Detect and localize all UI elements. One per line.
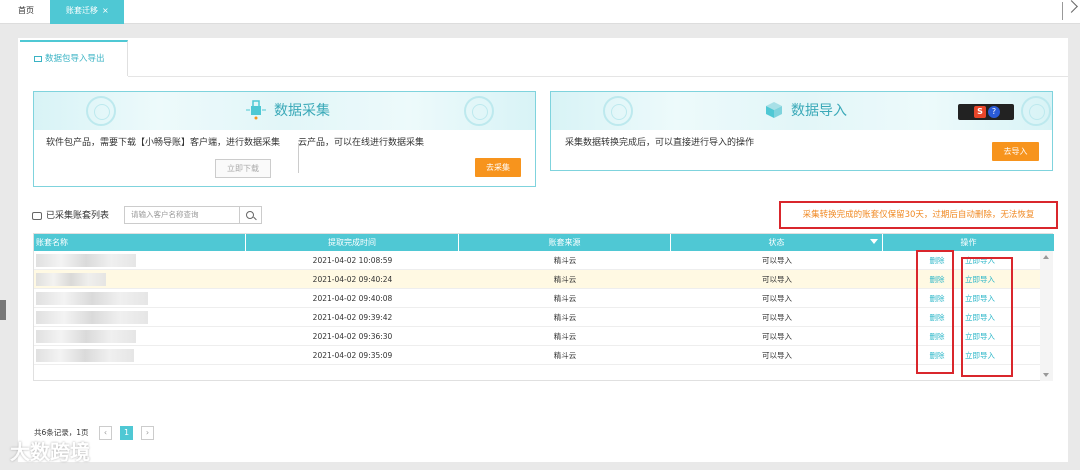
decor-circle-icon (603, 96, 633, 126)
next-page-button[interactable]: › (141, 426, 154, 440)
cell-source: 精斗云 (553, 313, 577, 322)
redacted-account-name (36, 273, 106, 286)
cell-status: 可以导入 (762, 332, 792, 341)
decor-circle-icon (464, 96, 494, 126)
go-collect-button[interactable]: 去采集 (475, 158, 521, 177)
cell-source: 精斗云 (553, 294, 577, 303)
tab-account-migration[interactable]: 账套迁移 × (50, 0, 124, 24)
sogou-icon[interactable]: S (974, 106, 986, 118)
col-status[interactable]: 状态 (671, 234, 883, 251)
table-scrollbar[interactable] (1040, 251, 1053, 381)
retention-warning: 采集转换完成的账套仅保留30天，过期后自动删除，无法恢复 (779, 201, 1058, 229)
main-panel: 数据包导入导出 数据采集 软件包产品，需要下载【小畅导账】客户端，进行数据采集 … (18, 38, 1068, 462)
cell-status: 可以导入 (762, 294, 792, 303)
collect-desc-cloud: 云产品，可以在线进行数据采集 (298, 138, 425, 148)
table-row: 2021-04-02 09:40:08 精斗云 可以导入 删除 立即导入 (34, 289, 1040, 308)
watermark-logo: 大数跨境 (10, 440, 90, 464)
data-import-card: 数据导入 S ? 采集数据转换完成后，可以直接进行导入的操作 去导入 (550, 91, 1053, 171)
highlight-import-column (961, 257, 1013, 377)
table-row: 2021-04-02 09:40:24 精斗云 可以导入 删除 立即导入 (34, 270, 1040, 289)
table-row: 2021-04-02 09:39:42 精斗云 可以导入 删除 立即导入 (34, 308, 1040, 327)
table-row: 2021-04-02 09:35:09 精斗云 可以导入 删除 立即导入 (34, 346, 1040, 365)
prev-page-button[interactable]: ‹ (99, 426, 112, 440)
cell-time: 2021-04-02 09:39:42 (312, 313, 393, 322)
page-1-button[interactable]: 1 (120, 426, 133, 440)
tab-package-import-export[interactable]: 数据包导入导出 (20, 40, 128, 76)
cell-time: 2021-04-02 09:36:30 (312, 332, 393, 341)
tab-label: 账套迁移 (66, 6, 98, 15)
package-icon (34, 55, 42, 62)
decor-circle-icon (86, 96, 116, 126)
table-row: 2021-04-02 09:36:30 精斗云 可以导入 删除 立即导入 (34, 327, 1040, 346)
scroll-up-icon[interactable] (1043, 255, 1049, 259)
table-header: 账套名称 提取完成时间 账套来源 状态 操作 (34, 234, 1054, 251)
cell-status: 可以导入 (762, 313, 792, 322)
cell-source: 精斗云 (553, 332, 577, 341)
import-desc: 采集数据转换完成后，可以直接进行导入的操作 (565, 138, 755, 148)
redacted-account-name (36, 254, 136, 267)
redacted-account-name (36, 292, 148, 305)
import-box-icon (766, 102, 782, 118)
account-table: 账套名称 提取完成时间 账套来源 状态 操作 2021-04-02 10:08:… (33, 233, 1054, 381)
customer-search-input[interactable]: 请输入客户名称查询 (124, 206, 240, 224)
col-finish-time: 提取完成时间 (246, 234, 459, 251)
col-actions: 操作 (960, 238, 977, 247)
redacted-account-name (36, 311, 148, 324)
decor-circle-icon (1021, 96, 1051, 126)
collected-list-header: 已采集账套列表 (32, 208, 109, 221)
collect-icon (246, 100, 266, 120)
cell-status: 可以导入 (762, 351, 792, 360)
search-icon[interactable] (240, 206, 262, 224)
filter-icon[interactable] (870, 239, 878, 244)
help-icon[interactable]: ? (988, 106, 1000, 118)
cell-time: 2021-04-02 10:08:59 (312, 256, 393, 265)
side-handle[interactable] (0, 300, 6, 320)
cell-time: 2021-04-02 09:35:09 (312, 351, 393, 360)
close-icon[interactable]: × (102, 6, 109, 15)
cell-source: 精斗云 (553, 275, 577, 284)
cell-source: 精斗云 (553, 256, 577, 265)
list-icon (32, 211, 42, 220)
card-banner: 数据导入 S ? (551, 92, 1052, 130)
list-title: 已采集账套列表 (46, 211, 110, 221)
cell-status: 可以导入 (762, 275, 792, 284)
subtab-label: 数据包导入导出 (45, 54, 105, 64)
scroll-down-icon[interactable] (1043, 373, 1049, 377)
cell-time: 2021-04-02 09:40:24 (312, 275, 393, 284)
collect-desc-software: 软件包产品，需要下载【小畅导账】客户端，进行数据采集 (46, 138, 281, 148)
import-title: 数据导入 (791, 103, 847, 119)
highlight-delete-column (916, 250, 954, 374)
cell-status: 可以导入 (762, 256, 792, 265)
col-status-label: 状态 (768, 238, 785, 247)
cell-time: 2021-04-02 09:40:08 (312, 294, 393, 303)
go-import-button[interactable]: 去导入 (992, 142, 1039, 161)
col-account-name: 账套名称 (34, 234, 246, 251)
redacted-account-name (36, 349, 134, 362)
top-tab-bar: 首页 账套迁移 × (0, 0, 1080, 24)
redacted-account-name (36, 330, 136, 343)
data-collect-card: 数据采集 软件包产品，需要下载【小畅导账】客户端，进行数据采集 云产品，可以在线… (33, 91, 536, 187)
tab-home[interactable]: 首页 (8, 0, 44, 24)
col-source: 账套来源 (459, 234, 671, 251)
divider (128, 76, 1068, 77)
collapse-icon[interactable] (1062, 2, 1076, 20)
table-row: 2021-04-02 10:08:59 精斗云 可以导入 删除 立即导入 (34, 251, 1040, 270)
collect-title: 数据采集 (274, 103, 330, 119)
download-now-button[interactable]: 立即下载 (215, 159, 271, 178)
card-banner: 数据采集 (34, 92, 535, 130)
cell-source: 精斗云 (553, 351, 577, 360)
ime-toolbar[interactable]: S ? (958, 104, 1014, 120)
